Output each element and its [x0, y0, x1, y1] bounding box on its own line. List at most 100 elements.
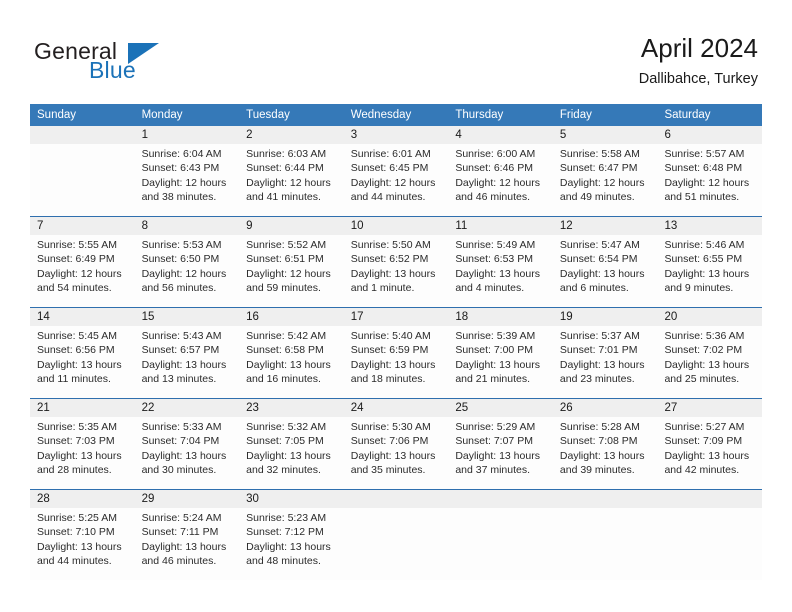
calendar-week-row: 21 22 23 24 25 26 27 Sunrise: 5:35 AM Sunset: 7:… [30, 398, 762, 489]
day-detail-line: Sunset: 6:53 PM [455, 253, 533, 266]
day-detail-line: Sunset: 7:12 PM [246, 526, 324, 539]
day-detail-line: Daylight: 13 hours [559, 267, 645, 280]
weekday-header-row: Sunday Monday Tuesday Wednesday Thursday Frid… [30, 104, 762, 126]
day-detail-line: Sunrise: 6:04 AM [141, 148, 222, 160]
day-number-25[interactable]: 25 [448, 399, 553, 417]
day-number-row: 14 15 16 17 18 19 20 [30, 308, 762, 326]
day-cell-19[interactable]: Sunrise: 5:37 AM Sunset: 7:01 PM Daylight:… [553, 326, 658, 398]
day-number-2[interactable]: 2 [239, 126, 344, 144]
day-number-12[interactable]: 12 [553, 217, 658, 235]
day-cell-18[interactable]: Sunrise: 5:39 AM Sunset: 7:00 PM Daylight:… [448, 326, 553, 398]
day-cell-16[interactable]: Sunrise: 5:42 AM Sunset: 6:58 PM Daylight:… [239, 326, 344, 398]
day-number-9[interactable]: 9 [239, 217, 344, 235]
title-block: April 2024 Dallibahce, Turkey [639, 32, 758, 88]
day-cell-7[interactable]: Sunrise: 5:55 AM Sunset: 6:49 PM Daylight:… [30, 235, 135, 307]
day-detail-line: Sunrise: 5:36 AM [664, 330, 745, 342]
day-number-10[interactable]: 10 [344, 217, 449, 235]
day-number-4[interactable]: 4 [448, 126, 553, 144]
day-detail-line: Sunrise: 5:29 AM [455, 421, 536, 433]
day-cell-4[interactable]: Sunrise: 6:00 AM Sunset: 6:46 PM Daylight:… [448, 144, 553, 216]
day-cell-13[interactable]: Sunrise: 5:46 AM Sunset: 6:55 PM Daylight:… [657, 235, 762, 307]
day-number-13[interactable]: 13 [657, 217, 762, 235]
day-detail-line: Sunrise: 6:03 AM [246, 148, 327, 160]
day-detail-line: Sunset: 7:04 PM [141, 435, 220, 448]
weekday-header-saturday: Saturday [664, 109, 711, 121]
day-detail-line: Sunset: 6:50 PM [141, 253, 220, 266]
day-cell-17[interactable]: Sunrise: 5:40 AM Sunset: 6:59 PM Daylight:… [344, 326, 449, 398]
day-number-row: 28 29 30 [30, 490, 762, 508]
day-detail-line: Daylight: 13 hours [664, 267, 750, 280]
brand-logo[interactable]: General Blue [34, 38, 214, 86]
day-cell-1[interactable]: Sunrise: 6:04 AM Sunset: 6:43 PM Daylight:… [135, 144, 240, 216]
day-cell-20[interactable]: Sunrise: 5:36 AM Sunset: 7:02 PM Daylight:… [657, 326, 762, 398]
day-cell-3[interactable]: Sunrise: 6:01 AM Sunset: 6:45 PM Daylight:… [344, 144, 449, 216]
day-detail-line: and 23 minutes. [559, 373, 635, 386]
day-cell-27[interactable]: Sunrise: 5:27 AM Sunset: 7:09 PM Daylight:… [657, 417, 762, 489]
day-detail-line: and 39 minutes. [559, 464, 635, 477]
day-detail-line: Daylight: 12 hours [559, 176, 645, 189]
day-detail-line: Sunrise: 5:53 AM [141, 239, 222, 251]
day-number-row: 7 8 9 10 11 12 13 [30, 217, 762, 235]
day-cell-15[interactable]: Sunrise: 5:43 AM Sunset: 6:57 PM Daylight:… [135, 326, 240, 398]
weekday-header-monday: Monday [141, 109, 183, 121]
day-cell-29[interactable]: Sunrise: 5:24 AM Sunset: 7:11 PM Daylight:… [135, 508, 240, 580]
day-number-20[interactable]: 20 [657, 308, 762, 326]
day-number-row: 21 22 23 24 25 26 27 [30, 399, 762, 417]
day-number-6[interactable]: 6 [657, 126, 762, 144]
day-cell-11[interactable]: Sunrise: 5:49 AM Sunset: 6:53 PM Daylight:… [448, 235, 553, 307]
day-cell-10[interactable]: Sunrise: 5:50 AM Sunset: 6:52 PM Daylight:… [344, 235, 449, 307]
day-detail-line: and 42 minutes. [664, 464, 740, 477]
day-number-29[interactable]: 29 [135, 490, 240, 508]
day-detail-line: Daylight: 12 hours [350, 176, 436, 189]
day-cell-26[interactable]: Sunrise: 5:28 AM Sunset: 7:08 PM Daylight:… [553, 417, 658, 489]
day-number-15[interactable]: 15 [135, 308, 240, 326]
day-detail-row: Sunrise: 6:04 AM Sunset: 6:43 PM Daylight:… [30, 144, 762, 216]
day-number-8[interactable]: 8 [135, 217, 240, 235]
day-detail-line: and 35 minutes. [350, 464, 426, 477]
day-number-27[interactable]: 27 [657, 399, 762, 417]
day-number-22[interactable]: 22 [135, 399, 240, 417]
day-detail-line: Sunrise: 5:37 AM [559, 330, 640, 342]
day-cell-28[interactable]: Sunrise: 5:25 AM Sunset: 7:10 PM Daylight:… [30, 508, 135, 580]
day-detail-line: Sunset: 6:48 PM [664, 162, 743, 175]
day-detail-line: Sunset: 6:58 PM [246, 344, 324, 357]
day-number-21[interactable]: 21 [30, 399, 135, 417]
day-cell-22[interactable]: Sunrise: 5:33 AM Sunset: 7:04 PM Daylight:… [135, 417, 240, 489]
day-detail-line: Sunset: 6:49 PM [37, 253, 115, 266]
day-detail-line: and 28 minutes. [37, 464, 112, 477]
day-cell-12[interactable]: Sunrise: 5:47 AM Sunset: 6:54 PM Daylight:… [553, 235, 658, 307]
day-number-1[interactable]: 1 [135, 126, 240, 144]
day-number-24[interactable]: 24 [344, 399, 449, 417]
day-number-5[interactable]: 5 [553, 126, 658, 144]
day-cell-21[interactable]: Sunrise: 5:35 AM Sunset: 7:03 PM Daylight:… [30, 417, 135, 489]
day-number-19[interactable]: 19 [553, 308, 658, 326]
day-detail-line: Daylight: 13 hours [37, 449, 122, 462]
day-number-18[interactable]: 18 [448, 308, 553, 326]
day-detail-line: Daylight: 13 hours [350, 267, 436, 280]
day-number-16[interactable]: 16 [239, 308, 344, 326]
day-cell-2[interactable]: Sunrise: 6:03 AM Sunset: 6:44 PM Daylight:… [239, 144, 344, 216]
day-number-11[interactable]: 11 [448, 217, 553, 235]
day-cell-14[interactable]: Sunrise: 5:45 AM Sunset: 6:56 PM Daylight:… [30, 326, 135, 398]
day-number-30[interactable]: 30 [239, 490, 344, 508]
day-number-14[interactable]: 14 [30, 308, 135, 326]
day-cell-24[interactable]: Sunrise: 5:30 AM Sunset: 7:06 PM Daylight:… [344, 417, 449, 489]
day-number-26[interactable]: 26 [553, 399, 658, 417]
day-number-23[interactable]: 23 [239, 399, 344, 417]
day-detail-line: Daylight: 13 hours [246, 449, 331, 462]
day-cell-6[interactable]: Sunrise: 5:57 AM Sunset: 6:48 PM Daylight:… [657, 144, 762, 216]
day-number-row: 123456 [30, 126, 762, 144]
day-cell-30[interactable]: Sunrise: 5:23 AM Sunset: 7:12 PM Daylight:… [239, 508, 344, 580]
day-cell-23[interactable]: Sunrise: 5:32 AM Sunset: 7:05 PM Daylight:… [239, 417, 344, 489]
day-number-17[interactable]: 17 [344, 308, 449, 326]
day-number-7[interactable]: 7 [30, 217, 135, 235]
day-cell-8[interactable]: Sunrise: 5:53 AM Sunset: 6:50 PM Daylight:… [135, 235, 240, 307]
day-detail-line: Sunrise: 5:47 AM [559, 239, 640, 251]
day-number-28[interactable]: 28 [30, 490, 135, 508]
day-number-3[interactable]: 3 [344, 126, 449, 144]
day-cell-5[interactable]: Sunrise: 5:58 AM Sunset: 6:47 PM Daylight:… [553, 144, 658, 216]
day-detail-line: Sunrise: 6:00 AM [455, 148, 536, 160]
day-cell-9[interactable]: Sunrise: 5:52 AM Sunset: 6:51 PM Daylight:… [239, 235, 344, 307]
day-detail-line: Daylight: 13 hours [141, 358, 227, 371]
day-cell-25[interactable]: Sunrise: 5:29 AM Sunset: 7:07 PM Daylight:… [448, 417, 553, 489]
